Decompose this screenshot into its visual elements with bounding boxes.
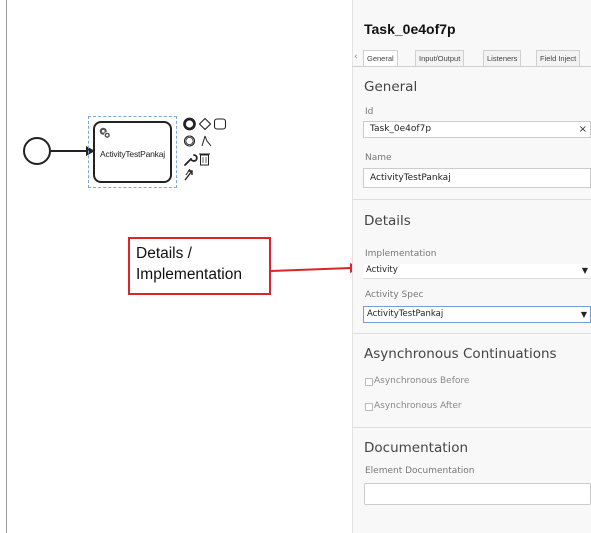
wrench-icon[interactable] (184, 154, 198, 166)
id-label: Id (365, 107, 374, 117)
trash-icon[interactable] (199, 153, 210, 166)
async-after-checkbox[interactable] (365, 403, 373, 411)
tab-divider (352, 66, 591, 67)
gear-icon (99, 127, 111, 139)
section-documentation-heading: Documentation (364, 440, 469, 456)
async-before-label: Asynchronous Before (374, 376, 470, 386)
element-documentation-label: Element Documentation (365, 466, 475, 476)
section-divider (352, 333, 591, 334)
id-value: Task_0e4of7p (370, 124, 432, 134)
panel-title: Task_0e4of7p (364, 21, 456, 37)
text-annotation-icon[interactable] (201, 135, 212, 147)
element-documentation-textarea[interactable] (364, 483, 591, 505)
async-after-label: Asynchronous After (374, 401, 462, 411)
panel-tabs: ‹ General Input/Output Listeners Field I… (352, 50, 591, 67)
append-intermediate-event-icon[interactable] (183, 135, 196, 147)
id-field[interactable]: Task_0e4of7p × (363, 121, 591, 138)
name-value: ActivityTestPankaj (370, 173, 451, 183)
chevron-down-icon: ▼ (580, 310, 587, 319)
section-details-heading: Details (364, 213, 411, 229)
section-general-heading: General (364, 79, 418, 95)
section-async-heading: Asynchronous Continuations (364, 346, 557, 362)
section-divider (352, 427, 591, 428)
connect-icon[interactable] (184, 168, 193, 181)
start-event[interactable] (23, 137, 51, 165)
callout-line-1: Details / (136, 245, 192, 262)
task-label: ActivityTestPankaj (100, 149, 165, 159)
append-gateway-icon[interactable] (198, 117, 212, 131)
service-task[interactable]: ActivityTestPankaj (93, 121, 172, 183)
tab-field-injections[interactable]: Field Inject (536, 50, 581, 67)
append-task-icon[interactable] (213, 118, 227, 130)
name-label: Name (365, 153, 392, 163)
async-before-checkbox[interactable] (365, 378, 373, 386)
callout-box: Details / Implementation (128, 237, 271, 295)
implementation-label: Implementation (365, 249, 437, 259)
context-pad (183, 117, 227, 181)
section-divider (352, 199, 591, 200)
implementation-select[interactable]: Activity ▼ (363, 264, 591, 279)
name-field[interactable]: ActivityTestPankaj (363, 168, 591, 188)
clear-icon[interactable]: × (579, 122, 587, 137)
activity-spec-value: ActivityTestPankaj (367, 309, 444, 319)
tab-scroll-left-icon[interactable]: ‹ (354, 52, 358, 62)
implementation-value: Activity (366, 265, 398, 275)
chevron-down-icon: ▼ (581, 266, 588, 275)
append-end-event-icon[interactable] (183, 117, 196, 131)
callout-line-2: Implementation (136, 266, 242, 283)
activity-spec-label: Activity Spec (365, 290, 424, 300)
activity-spec-select[interactable]: ActivityTestPankaj ▼ (363, 306, 591, 323)
tab-listeners[interactable]: Listeners (483, 50, 522, 67)
sequence-flow[interactable] (51, 150, 89, 152)
tab-input-output[interactable]: Input/Output (415, 50, 465, 67)
tab-general[interactable]: General (363, 50, 398, 67)
